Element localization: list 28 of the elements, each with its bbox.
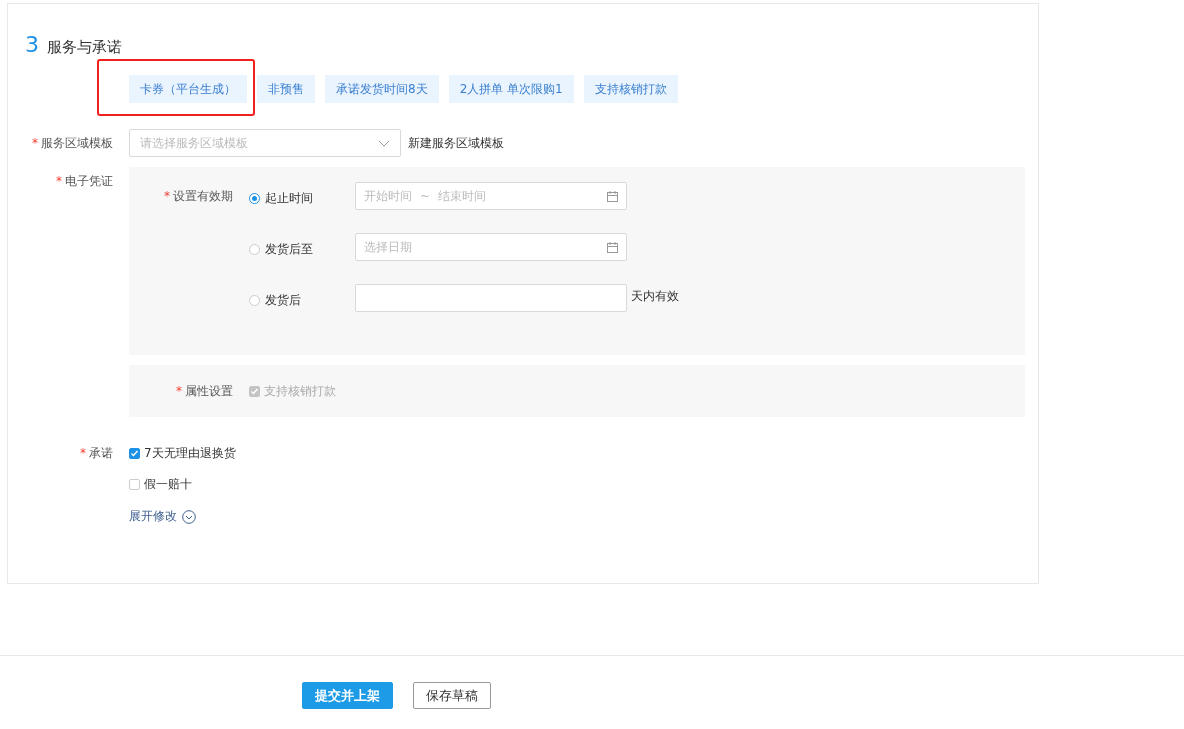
chevron-circle-icon bbox=[182, 509, 196, 524]
field-label: * 服务区域模板 bbox=[32, 136, 113, 150]
field-label: * 电子凭证 bbox=[56, 174, 113, 188]
check-icon bbox=[130, 448, 139, 458]
chevron-down-icon bbox=[378, 139, 390, 147]
create-template-link[interactable]: 新建服务区域模板 bbox=[408, 129, 504, 157]
service-tag: 非预售 bbox=[257, 75, 315, 103]
field-label: * 属性设置 bbox=[176, 384, 233, 398]
radio-option[interactable]: 发货后至 bbox=[249, 236, 355, 258]
calendar-icon bbox=[607, 190, 618, 202]
checkbox-option[interactable]: 假一赔十 bbox=[129, 474, 236, 494]
service-tag: 卡券（平台生成） bbox=[129, 75, 247, 103]
field-label: * 设置有效期 bbox=[164, 189, 233, 203]
service-tag: 2人拼单 单次限购1 bbox=[448, 75, 574, 103]
service-tag: 支持核销打款 bbox=[583, 75, 678, 103]
days-suffix: 天内有效 bbox=[631, 288, 679, 305]
service-tag: 承诺发货时间8天 bbox=[325, 75, 439, 103]
radio-option[interactable]: 发货后 bbox=[249, 287, 355, 309]
days-input-field[interactable] bbox=[355, 284, 627, 312]
expand-link[interactable]: 展开修改 bbox=[129, 508, 236, 525]
save-draft-button[interactable]: 保存草稿 bbox=[413, 682, 491, 709]
check-icon bbox=[250, 386, 259, 396]
radio-option[interactable]: 起止时间 bbox=[249, 185, 355, 207]
field-label: * 承诺 bbox=[80, 446, 113, 460]
section-number: 3 bbox=[25, 32, 39, 57]
checkbox-option[interactable]: 7天无理由退换货 bbox=[129, 443, 236, 463]
section-title: 服务与承诺 bbox=[47, 38, 122, 57]
calendar-icon bbox=[607, 241, 618, 253]
